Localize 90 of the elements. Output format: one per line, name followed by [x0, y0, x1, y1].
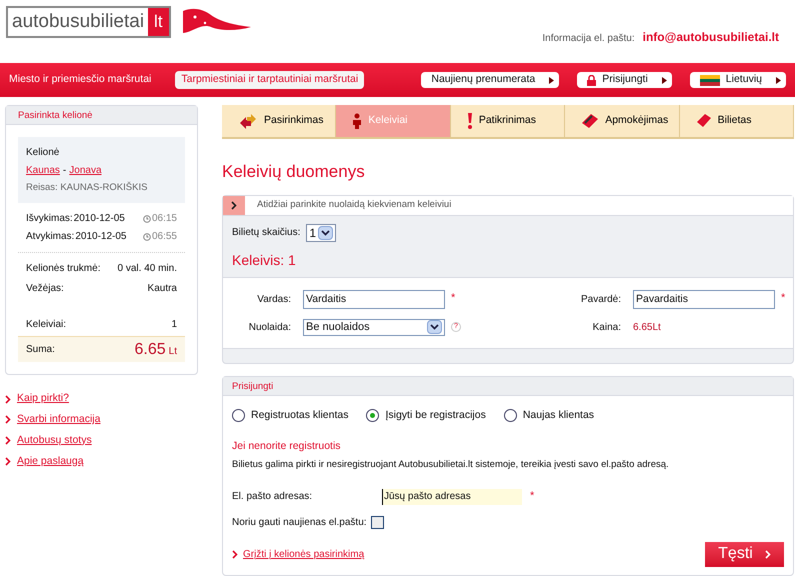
ticket-count-label: Bilietų skaičius: [232, 226, 300, 240]
nav-link[interactable]: Tarpmiestiniai ir tarptautiniai maršrutai [175, 71, 364, 89]
step-tab[interactable]: Pasirinkimas [222, 105, 336, 137]
page-heading: Keleivių duomenys [222, 161, 366, 183]
required-mark: * [781, 290, 786, 306]
time-value: 06:15 [152, 212, 177, 226]
nav-button[interactable]: Prisijungti [577, 72, 672, 88]
ticket-icon [696, 113, 712, 129]
panel-title: Prisijungti [223, 376, 793, 396]
arrows-icon [238, 113, 258, 129]
lock-icon [587, 74, 596, 86]
continue-button[interactable]: Tęsti [705, 542, 784, 567]
destination-link[interactable]: Jonava [69, 163, 102, 178]
field-label: Vardas: [256, 292, 292, 306]
nav-link[interactable]: Miesto ir priemiesčio maršrutai [9, 72, 152, 88]
chevron-icon [764, 550, 771, 559]
contact-label: Informacija el. paštu: [542, 32, 635, 46]
radio-label: Registruotas klientas [251, 408, 348, 422]
chevron-icon [5, 436, 11, 446]
exclamation-icon [466, 113, 473, 129]
passengers-value: 1 [171, 318, 177, 332]
clock-icon [142, 214, 151, 223]
card-title: Pasirinkta kelionė [6, 106, 197, 125]
chevron-icon [231, 200, 237, 210]
radio-button[interactable] [232, 408, 245, 422]
info-link[interactable]: Svarbi informacija [17, 412, 100, 428]
field-label: Kaina: [592, 320, 622, 334]
trip-label: Kelionė [26, 146, 60, 160]
newsletter-label: Noriu gauti naujienas el.paštu: [232, 516, 367, 530]
discount-select[interactable]: Be nuolaidos [303, 318, 445, 336]
section-subtitle: Jei nenorite registruotis [232, 439, 342, 454]
date-value: 2010-12-05 [74, 212, 125, 226]
last-name-field[interactable]: Pavardaitis [633, 290, 775, 308]
chevron-icon [232, 550, 238, 559]
back-link[interactable]: Grįžti į kelionės pasirinkimą [243, 546, 364, 562]
field-label: Nuolaida: [248, 320, 292, 334]
dropdown-arrow-icon [318, 226, 334, 240]
detail-label: Kelionės trukmė: [26, 262, 100, 276]
nav-button[interactable]: Naujienų prenumerata [421, 72, 560, 88]
required-mark: * [530, 489, 534, 504]
site-logo[interactable]: autobusubilietai lt [6, 6, 171, 38]
person-icon [352, 113, 362, 129]
dropdown-arrow-icon [427, 320, 442, 334]
radio-label: Naujas klientas [522, 408, 594, 422]
detail-value: Kautra [148, 282, 177, 296]
radio-label: Įsigyti be registracijos [385, 408, 486, 422]
time-label: Išvykimas: [26, 212, 73, 226]
radio-button[interactable] [366, 408, 380, 422]
passenger-title: Keleivis: 1 [231, 250, 297, 270]
route-text: Reisas: KAUNAS-ROKIŠKIS [26, 181, 148, 195]
triangle-icon [662, 76, 667, 84]
price-value: 6.65Lt [633, 320, 662, 334]
detail-label: Vežėjas: [26, 282, 64, 296]
triangle-icon [549, 76, 554, 84]
step-tab[interactable]: Apmokėjimas [565, 105, 680, 137]
email-label: El. pašto adresas: [232, 490, 314, 504]
notice-text: Atidžiai parinkite nuolaidą kiekvienam keleiviui [257, 198, 452, 212]
total-label: Suma: [26, 343, 55, 358]
card-icon [581, 113, 600, 129]
flag-icon [700, 74, 720, 86]
field-label: Pavardė: [580, 292, 622, 306]
contact-email-link[interactable]: info@autobusubilietai.lt [642, 28, 779, 46]
radio-button[interactable] [504, 408, 517, 422]
triangle-icon [776, 76, 781, 84]
chevron-icon [5, 456, 11, 466]
step-tab[interactable]: Bilietas [680, 105, 794, 137]
first-name-field[interactable]: Vardaitis [303, 290, 445, 308]
time-label: Atvykimas: [26, 230, 74, 244]
newsletter-checkbox[interactable] [370, 516, 384, 529]
detail-value: 0 val. 40 min. [118, 262, 177, 276]
time-value: 06:55 [152, 230, 177, 244]
description-text: Bilietus galima pirkti ir nesiregistruojant Autobusubilietai.lt sistemoje, tereikia įvesti savo el.pašto adresą. [232, 458, 670, 472]
info-link[interactable]: Kaip pirkti? [17, 391, 69, 407]
required-mark: * [451, 290, 456, 306]
passengers-label: Keleiviai: [26, 318, 66, 332]
step-tab[interactable]: Patikrinimas [450, 105, 566, 137]
origin-link[interactable]: Kaunas [26, 163, 60, 178]
chevron-icon [5, 394, 11, 404]
clock-icon [142, 232, 151, 241]
info-link[interactable]: Apie paslaugą [17, 454, 84, 470]
date-value: 2010-12-05 [75, 230, 126, 244]
email-field[interactable]: Jūsų pašto adresas [382, 488, 522, 504]
currency: Lt [168, 344, 177, 359]
info-link[interactable]: Autobusų stotys [17, 432, 92, 448]
chevron-icon [5, 415, 11, 424]
nav-button[interactable]: Lietuvių [690, 72, 786, 88]
total-amount: 6.65 [134, 340, 166, 360]
ticket-count-select[interactable]: 1 [306, 224, 336, 242]
expand-toggle[interactable] [223, 196, 245, 214]
separator: - [62, 164, 66, 178]
